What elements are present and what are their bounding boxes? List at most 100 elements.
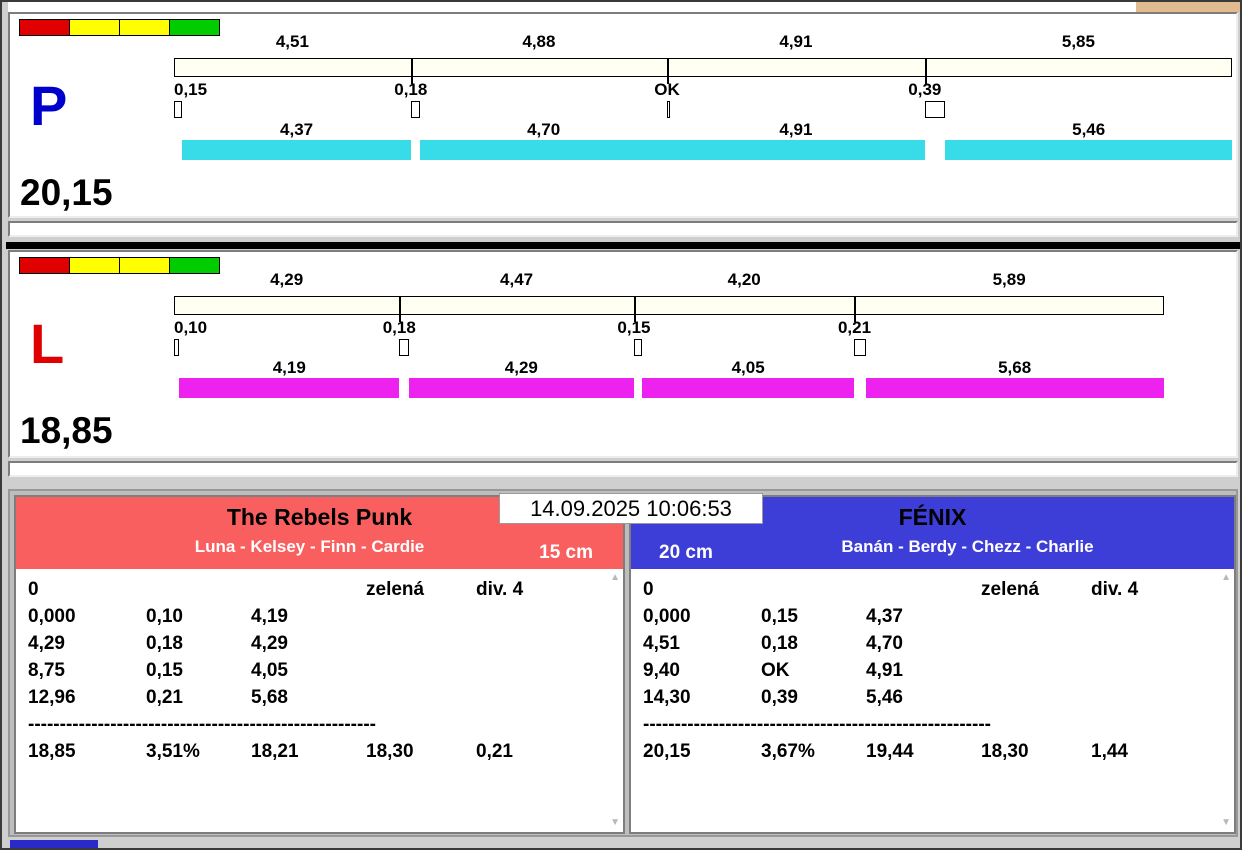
- table-cell: 0,21: [146, 687, 183, 708]
- team-body: 0 zelená div. 4 0,000 0,15 4,37 4,51 0,18 4,70 9,…: [631, 569, 1234, 832]
- table-cell: 0,10: [146, 606, 183, 627]
- change-time-box: [667, 101, 671, 118]
- net-split-label: 4,05: [731, 358, 765, 377]
- table-cell: 0: [28, 579, 39, 600]
- jump-height-badge: 15 cm: [539, 542, 593, 563]
- table-cell: 19,44: [866, 741, 914, 762]
- change-time-box: [174, 101, 182, 118]
- table-cell: 4,91: [866, 660, 903, 681]
- net-split-bar: [641, 378, 855, 398]
- table-cell: 1,44: [1091, 741, 1128, 762]
- table-row: 0,000 0,10 4,19: [28, 606, 611, 633]
- change-time-label: 0,18: [394, 80, 428, 99]
- change-time-box: [399, 339, 409, 356]
- table-cell: OK: [761, 660, 790, 681]
- lane-divider: [6, 242, 1240, 249]
- scroll-up-icon[interactable]: ▲: [1221, 573, 1231, 583]
- table-cell: 3,67%: [761, 741, 815, 762]
- titlebar-corner: [1136, 2, 1240, 12]
- change-time-label: 0,10: [174, 318, 208, 337]
- gross-split-label: 4,88: [522, 32, 556, 51]
- change-time-label: OK: [654, 80, 680, 99]
- lane-statusbar-l: [8, 461, 1238, 477]
- gross-split-label: 5,89: [992, 270, 1026, 289]
- lane-total-time: 18,85: [20, 410, 113, 451]
- table-cell: div. 4: [476, 579, 524, 600]
- lane-panel-l: L 18,85 4,29 0,10 4,19 4,47 0,18 4,29 4,20 0,15…: [8, 250, 1238, 458]
- table-cell: 0,18: [761, 633, 798, 654]
- table-cell: 0,000: [643, 606, 691, 627]
- scroll-up-icon[interactable]: ▲: [610, 573, 620, 583]
- lane-panel-p: P 20,15 4,51 0,15 4,37 4,88 0,18 4,70 4,91 OK 4,…: [8, 12, 1238, 218]
- gross-time-bar: [174, 296, 1164, 315]
- net-split-bar: [181, 140, 412, 160]
- table-cell: ----------------------------------------…: [643, 714, 991, 735]
- lane-statusbar-p: [8, 221, 1238, 237]
- scroll-down-icon[interactable]: ▼: [1221, 818, 1231, 828]
- net-split-bar: [667, 140, 925, 160]
- table-cell: 4,37: [866, 606, 903, 627]
- net-split-label: 5,46: [1072, 120, 1106, 139]
- net-split-label: 4,70: [527, 120, 561, 139]
- gross-split-label: 4,47: [500, 270, 534, 289]
- table-cell: 0,18: [146, 633, 183, 654]
- table-cell: 4,19: [251, 606, 288, 627]
- lane-track: 4,51 0,15 4,37 4,88 0,18 4,70 4,91 OK 4,91 5,85 0,…: [174, 32, 1232, 182]
- net-split-bar: [420, 140, 667, 160]
- traffic-light-cell-0: [19, 19, 70, 36]
- lane-letter: P: [30, 74, 68, 137]
- traffic-light-cell-1: [69, 257, 120, 274]
- change-time-label: 0,18: [382, 318, 416, 337]
- table-row: 14,30 0,39 5,46: [643, 687, 1222, 714]
- change-time-label: 0,15: [617, 318, 651, 337]
- table-cell: zelená: [366, 579, 425, 600]
- scroll-down-icon[interactable]: ▼: [610, 818, 620, 828]
- table-row: 4,29 0,18 4,29: [28, 633, 611, 660]
- lane-track: 4,29 0,10 4,19 4,47 0,18 4,29 4,20 0,15 4,05 5,89…: [174, 270, 1232, 420]
- datetime-display: 14.09.2025 10:06:53: [499, 493, 763, 524]
- app-window: P 20,15 4,51 0,15 4,37 4,88 0,18 4,70 4,91 OK 4,…: [0, 0, 1242, 850]
- net-split-label: 4,91: [779, 120, 813, 139]
- table-cell: 18,30: [366, 741, 414, 762]
- table-cell: 8,75: [28, 660, 65, 681]
- results-section: The Rebels Punk Luna - Kelsey - Finn - C…: [8, 489, 1238, 837]
- table-cell: 18,21: [251, 741, 299, 762]
- table-cell: 0,000: [28, 606, 76, 627]
- net-split-label: 4,19: [272, 358, 306, 377]
- table-cell: zelená: [981, 579, 1040, 600]
- net-split-bar: [408, 378, 634, 398]
- table-row: 9,40 OK 4,91: [643, 660, 1222, 687]
- change-time-box: [854, 339, 866, 356]
- net-split-bar: [945, 140, 1232, 160]
- table-cell: 18,30: [981, 741, 1029, 762]
- table-row: 0 zelená div. 4: [643, 579, 1222, 606]
- table-row: 20,15 3,67% 19,44 18,30 1,44: [643, 741, 1222, 768]
- table-cell: 18,85: [28, 741, 76, 762]
- table-cell: 20,15: [643, 741, 691, 762]
- gross-split-label: 4,51: [275, 32, 309, 51]
- table-cell: 4,70: [866, 633, 903, 654]
- team-body: 0 zelená div. 4 0,000 0,10 4,19 4,29 0,18 4,29 8,…: [16, 569, 623, 832]
- table-cell: 0: [643, 579, 654, 600]
- table-row: 12,96 0,21 5,68: [28, 687, 611, 714]
- table-cell: 5,68: [251, 687, 288, 708]
- titlebar: [8, 2, 1240, 12]
- table-row: 4,51 0,18 4,70: [643, 633, 1222, 660]
- team-panel-left: The Rebels Punk Luna - Kelsey - Finn - C…: [14, 495, 625, 834]
- table-row: 18,85 3,51% 18,21 18,30 0,21: [28, 741, 611, 768]
- team-members: Luna - Kelsey - Finn - Cardie: [194, 537, 425, 556]
- net-split-label: 5,68: [998, 358, 1032, 377]
- table-cell: 4,05: [251, 660, 288, 681]
- table-row: 8,75 0,15 4,05: [28, 660, 611, 687]
- table-cell: 4,51: [643, 633, 680, 654]
- traffic-light-cell-2: [119, 19, 170, 36]
- change-time-label: 0,15: [174, 80, 208, 99]
- gross-split-label: 4,29: [270, 270, 304, 289]
- table-row: ----------------------------------------…: [28, 714, 611, 741]
- change-time-box: [633, 339, 642, 356]
- team-panel-right: FÉNIX Banán - Berdy - Chezz - Charlie 20…: [629, 495, 1236, 834]
- table-row: 0,000 0,15 4,37: [643, 606, 1222, 633]
- change-time-label: 0,39: [908, 80, 942, 99]
- traffic-light-cell-0: [19, 257, 70, 274]
- bottom-blue-indicator: [10, 840, 98, 848]
